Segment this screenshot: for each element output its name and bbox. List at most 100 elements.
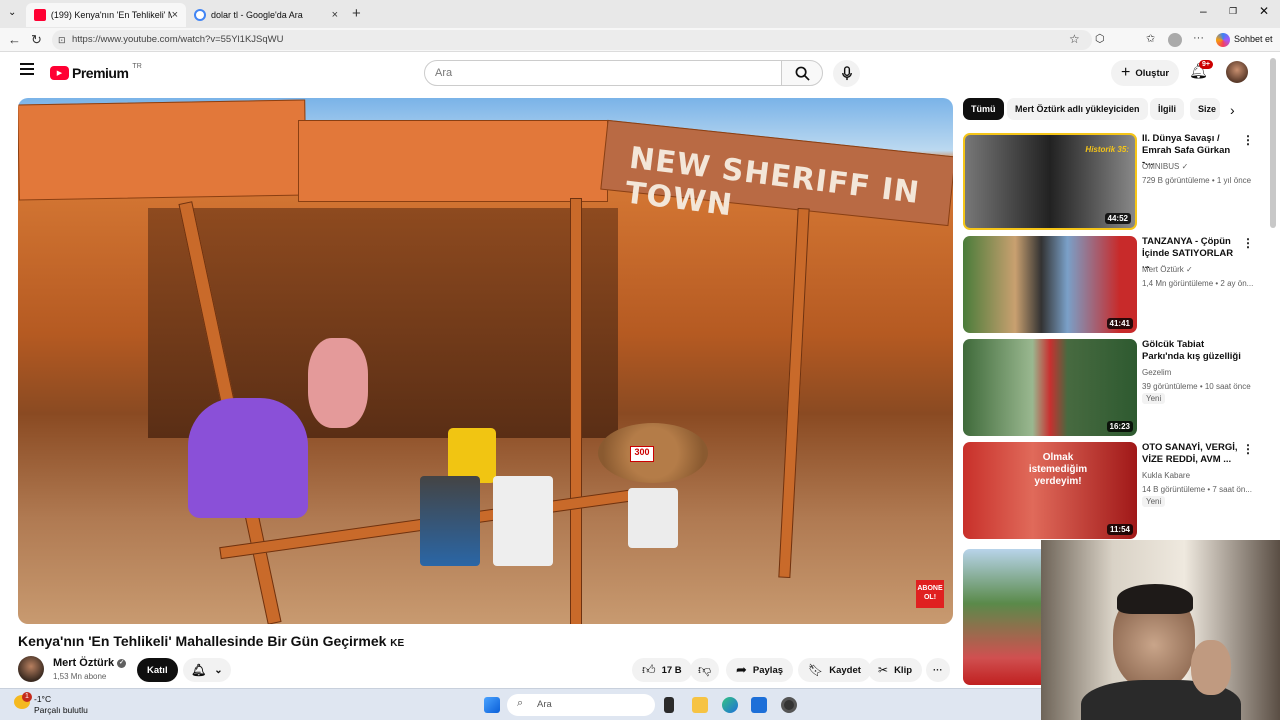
weather-badge: 1 — [22, 692, 32, 702]
channel-label: OMNIBUS — [1142, 162, 1180, 171]
related-thumbnail[interactable]: Historik 35: 44:52 — [963, 133, 1137, 230]
chevron-right-icon[interactable]: › — [1230, 102, 1235, 118]
like-button[interactable]: 👍︎ 17 B — [632, 658, 692, 682]
collections-icon[interactable]: ✩ — [1146, 32, 1155, 45]
tab-list-icon[interactable]: ⌄ — [8, 7, 16, 18]
youtube-icon — [34, 9, 46, 21]
more-menu-icon[interactable]: ··· — [1193, 32, 1204, 44]
windows-taskbar: 1 -1°C Parçalı bulutlu ⌕ Ara — [0, 688, 1041, 720]
related-thumbnail[interactable] — [963, 549, 1041, 685]
related-channel[interactable]: Kukla Kabare — [1142, 469, 1257, 482]
related-thumbnail[interactable]: 41:41 — [963, 236, 1137, 333]
video-duration: 16:23 — [1106, 421, 1133, 432]
recording-app-icon[interactable] — [781, 697, 797, 713]
search-placeholder: Ara — [435, 67, 453, 79]
chip-for-you[interactable]: Size — [1190, 98, 1220, 120]
title-line: TANZANYA - Çöpün — [1142, 236, 1231, 247]
video-duration: 11:54 — [1106, 524, 1133, 535]
search-input[interactable]: Ara — [424, 60, 782, 86]
thumbnail-label: Historik 35: — [1085, 145, 1129, 154]
verified-icon: ✓ — [1186, 265, 1193, 274]
related-channel[interactable]: Gezelim — [1142, 366, 1257, 379]
extensions-icon[interactable]: ⬡ — [1095, 32, 1105, 45]
video-player[interactable]: NEW SHERIFF IN TOWN 300 ABONE OL! — [18, 98, 953, 624]
related-channel[interactable]: OMNIBUS ✓ — [1142, 160, 1257, 173]
more-options-icon[interactable]: ⋮ — [1242, 442, 1254, 456]
page-scrollbar[interactable] — [1270, 58, 1276, 228]
related-thumbnail[interactable]: 16:23 — [963, 339, 1137, 436]
copilot-icon[interactable] — [1216, 33, 1230, 47]
share-icon: ➦ — [736, 662, 747, 677]
voice-search-button[interactable] — [833, 60, 860, 87]
related-channel[interactable]: Mert Öztürk ✓ — [1142, 263, 1257, 276]
google-icon — [194, 9, 206, 21]
copilot-label[interactable]: Sohbet et — [1234, 34, 1273, 44]
region-code: TR — [132, 62, 142, 70]
youtube-logo[interactable]: ▶ Premium TR — [50, 62, 142, 81]
edge-browser-icon[interactable] — [722, 697, 738, 713]
url-field[interactable]: ⊡ https://www.youtube.com/watch?v=55Yl1K… — [52, 30, 1092, 50]
clip-label: Klip — [894, 664, 913, 676]
more-options-icon[interactable]: ⋮ — [1242, 133, 1254, 147]
weather-description: Parçalı bulutlu — [34, 705, 88, 715]
person-hand — [1191, 640, 1231, 695]
notifications-button[interactable]: 🔔︎ 9+ — [1189, 60, 1213, 82]
task-view-icon[interactable] — [664, 697, 674, 713]
chip-related[interactable]: İlgili — [1150, 98, 1184, 120]
subscribe-watermark[interactable]: ABONE OL! — [916, 580, 944, 608]
close-tab-icon[interactable]: × — [172, 9, 178, 21]
new-tab-icon[interactable]: + — [352, 5, 361, 22]
save-button[interactable]: 🔖︎ Kaydet — [798, 658, 871, 682]
tab-youtube[interactable]: (199) Kenya'nın 'En Tehlikeli' Maha × — [26, 3, 186, 27]
person-hair — [1117, 584, 1193, 614]
create-button[interactable]: + Oluştur — [1111, 60, 1180, 86]
verified-icon: ✓ — [117, 658, 127, 668]
yellow-jerrycan — [448, 428, 496, 483]
related-meta: 729 B görüntüleme • 1 yıl önce — [1142, 176, 1252, 185]
related-thumbnail[interactable]: Olmak istemediğim yerdeyim! 11:54 — [963, 442, 1137, 539]
related-meta: 1,4 Mn görüntüleme • 2 ay ön... — [1142, 279, 1254, 288]
related-title[interactable]: Gölcük Tabiat Parkı'nda kış güzelliği — [1142, 339, 1242, 363]
search-icon — [795, 66, 810, 81]
chip-from-uploader[interactable]: Mert Öztürk adlı yükleyiciden — [1007, 98, 1148, 120]
save-label: Kaydet — [829, 664, 861, 676]
restore-icon[interactable]: ❐ — [1229, 6, 1237, 17]
tab-title: dolar tl - Google'da Ara — [211, 10, 303, 20]
post — [778, 207, 810, 579]
search-button[interactable] — [781, 60, 823, 86]
youtube-play-icon: ▶ — [50, 66, 69, 80]
close-window-icon[interactable]: ✕ — [1259, 4, 1269, 18]
windows-start-icon[interactable] — [484, 697, 500, 713]
more-actions-button[interactable]: ··· — [926, 658, 950, 682]
tab-google[interactable]: dolar tl - Google'da Ara × — [186, 3, 346, 27]
webcam-overlay — [1041, 540, 1280, 720]
profile-avatar[interactable] — [1168, 33, 1182, 47]
chip-all[interactable]: Tümü — [963, 98, 1004, 120]
store-icon[interactable] — [751, 697, 767, 713]
more-options-icon[interactable]: ⋮ — [1242, 236, 1254, 250]
share-button[interactable]: ➦ Paylaş — [726, 658, 794, 682]
tab-title: (199) Kenya'nın 'En Tehlikeli' Maha — [50, 10, 172, 20]
hamburger-menu-icon[interactable] — [20, 63, 34, 75]
channel-avatar[interactable] — [18, 656, 44, 682]
file-explorer-icon[interactable] — [692, 697, 708, 713]
clip-button[interactable]: ✂ Klip — [868, 658, 923, 682]
back-icon[interactable]: ← — [8, 32, 21, 47]
weather-temperature[interactable]: -1°C — [34, 694, 51, 704]
post — [570, 198, 582, 624]
dislike-button[interactable]: 👎︎ — [690, 658, 720, 682]
site-info-icon[interactable]: ⊡ — [58, 30, 66, 50]
url-text: https://www.youtube.com/watch?v=55Yl1KJS… — [72, 34, 284, 45]
related-title[interactable]: OTO SANAYİ, VERGİ, VİZE REDDİ, AVM ... — [1142, 442, 1242, 466]
video-title-suffix: KE — [390, 638, 405, 649]
favorite-star-icon[interactable]: ☆ — [1069, 32, 1080, 46]
join-button[interactable]: Katıl — [137, 658, 178, 682]
subscribe-bell-button[interactable]: 🔔︎ ⌄ — [183, 658, 231, 682]
taskbar-search[interactable]: ⌕ Ara — [507, 694, 655, 716]
youtube-header: ▶ Premium TR Ara + Oluştur 🔔︎ 9+ — [0, 52, 1270, 92]
close-tab-icon[interactable]: × — [332, 9, 338, 21]
refresh-icon[interactable]: ↻ — [31, 32, 42, 48]
channel-name[interactable]: Mert Öztürk ✓ — [53, 657, 127, 669]
account-avatar[interactable] — [1226, 61, 1248, 83]
minimize-icon[interactable]: – — [1200, 4, 1207, 18]
